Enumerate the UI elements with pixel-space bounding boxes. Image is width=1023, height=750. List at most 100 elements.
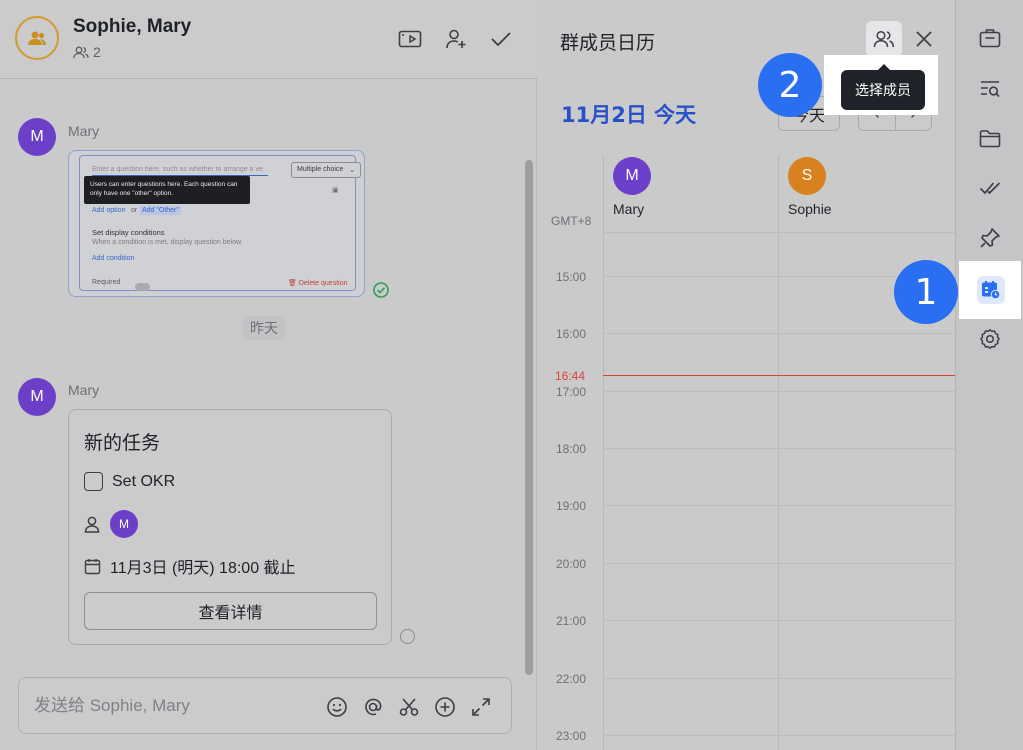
rail-announcement[interactable] [979,27,1001,49]
preview-question-field: Enter a question here, such as whether t… [92,166,268,176]
preview-select-value: Multiple choice [297,166,344,173]
current-time-line [603,375,955,376]
hour-line [603,563,955,564]
due-row: 11月3日 (明天) 18:00 截止 [84,554,296,578]
preview-conditions-desc: When a condition is met, display questio… [92,239,243,246]
hour-line [603,448,955,449]
pin-icon [980,228,1000,248]
member-column-mary[interactable]: M Mary [613,157,651,217]
hour-label: 17:00 [556,385,587,399]
emoji-button[interactable] [325,695,349,719]
video-camera-icon [398,30,422,48]
rail-member-calendar[interactable] [959,261,1021,319]
chat-scrollbar[interactable] [525,160,533,675]
calendar-clock-icon [982,281,1001,300]
preview-add-condition: Add condition [92,255,135,262]
message-input[interactable] [34,694,304,718]
scissors-icon [399,698,419,716]
assignee-avatar[interactable]: M [110,510,138,538]
add-user-icon [446,29,466,49]
screenshot-button[interactable] [397,695,421,719]
right-sidebar [955,0,1023,750]
sender-avatar[interactable]: M [18,118,56,156]
rail-member-calendar-highlight [977,276,1005,304]
member-name: Sophie [788,201,832,217]
rail-files[interactable] [979,127,1001,149]
date-separator: 昨天 [242,316,286,340]
close-icon [916,31,932,47]
members-icon [873,30,895,48]
preview-delete-label: Delete question [298,280,348,287]
member-column-sophie[interactable]: S Sophie [788,157,832,217]
preview-delete: 🗑 Delete question [288,279,348,287]
close-panel-button[interactable] [911,26,937,52]
rail-pins[interactable] [979,227,1001,249]
task-item[interactable]: Set OKR [84,472,175,491]
hour-line [603,620,955,621]
expand-composer-button[interactable] [469,695,493,719]
person-icon [84,516,100,533]
member-count[interactable]: 2 [73,44,101,60]
view-details-button[interactable]: 查看详情 [84,592,377,630]
video-call-button[interactable] [398,27,422,51]
column-divider [778,155,779,750]
search-list-icon [981,81,1000,98]
rail-search-history[interactable] [979,78,1001,100]
message-composer[interactable] [18,677,512,734]
members-icon [73,46,89,58]
step-badge-2: 2 [758,53,822,117]
hour-line [603,232,955,233]
done-button[interactable] [489,27,513,51]
member-avatar[interactable]: S [788,157,826,195]
preview-or: or [131,207,138,214]
sender-name: Mary [68,382,100,398]
sender-name: Mary [68,123,100,139]
chat-pane: Sophie, Mary 2 M Mary Enter a question h… [0,0,537,750]
current-date-label: 11月2日 今天 [561,103,697,127]
double-check-icon [979,182,1001,195]
calendar-icon [84,558,101,574]
image-message[interactable]: Enter a question here, such as whether t… [68,150,365,297]
preview-required: Required [92,279,121,286]
member-calendar-panel: 群成员日历 11月2日 今天 今天 ‹ › 选择成员 M Mary S Soph… [537,0,955,750]
calendar-grid[interactable] [603,155,955,750]
hour-line [603,333,955,334]
preview-add-other: Add "Other" [140,206,181,215]
more-button[interactable] [433,695,457,719]
group-icon [28,31,46,45]
preview-select: Multiple choice ⌄ [291,162,361,178]
sender-avatar[interactable]: M [18,378,56,416]
member-name: Mary [613,201,645,217]
group-avatar[interactable] [15,16,59,60]
hour-line [603,391,955,392]
at-icon [365,698,382,716]
select-members-tooltip: 选择成员 [841,64,925,110]
add-member-button[interactable] [444,27,468,51]
rail-tasks[interactable] [979,177,1001,199]
image-icon: ▣ [332,187,339,194]
preview-tooltip: Users can enter questions here. Each que… [84,176,250,204]
rail-settings[interactable] [979,328,1001,350]
preview-conditions-title: Set display conditions [92,228,165,237]
screenshot-preview: Enter a question here, such as whether t… [79,155,361,291]
plus-circle-icon [435,697,455,717]
hour-label: 16:00 [556,327,587,341]
hour-label: 15:00 [556,270,587,284]
mention-button[interactable] [361,695,385,719]
chat-title[interactable]: Sophie, Mary [73,16,191,38]
preview-add-option: Add option [92,207,126,214]
hour-label: 21:00 [556,614,587,628]
select-members-button[interactable] [866,21,902,57]
chevron-down-icon: ⌄ [349,167,355,174]
member-avatar[interactable]: M [613,157,651,195]
hour-line [603,505,955,506]
task-checkbox[interactable] [84,472,103,491]
task-title: 新的任务 [84,433,161,454]
briefcase-icon [979,29,1001,48]
hour-label: 18:00 [556,442,587,456]
smile-icon [327,697,347,717]
task-card[interactable]: 新的任务 Set OKR M 11月3日 (明天) 18:00 截止 查看详情 [68,409,392,645]
task-item-label: Set OKR [112,472,176,490]
read-status-icon [373,282,389,298]
assignee-row: M [84,510,138,538]
